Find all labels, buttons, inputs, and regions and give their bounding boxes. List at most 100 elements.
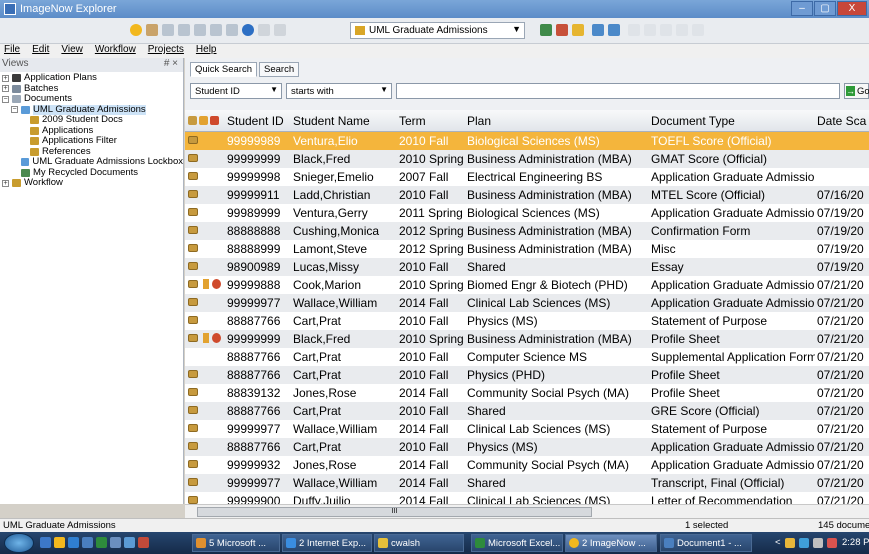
flag-column-icon[interactable] bbox=[199, 116, 208, 125]
nav-first-icon[interactable] bbox=[628, 24, 640, 36]
column-term[interactable]: Term bbox=[399, 114, 426, 128]
nav-last-icon[interactable] bbox=[676, 24, 688, 36]
nav-next-icon[interactable] bbox=[660, 24, 672, 36]
search-field-select[interactable]: Student ID ▼ bbox=[190, 83, 282, 99]
task-imagenow[interactable]: 2 ImageNow ... bbox=[565, 534, 657, 552]
search-input[interactable] bbox=[396, 83, 840, 99]
volume-icon[interactable] bbox=[826, 537, 837, 548]
tree-item-workflow[interactable]: + Workflow bbox=[0, 177, 183, 189]
scan-icon[interactable] bbox=[194, 24, 206, 36]
tree-item-2009-student-docs[interactable]: 2009 Student Docs bbox=[0, 114, 183, 126]
table-row[interactable]: 99999900 Duffy,Juilio 2014 Fall Clinical La… bbox=[185, 492, 869, 504]
desktop-icon[interactable] bbox=[40, 537, 51, 548]
table-row[interactable]: 99999999 Black,Fred 2010 Spring Business Ad… bbox=[185, 150, 869, 168]
outlook-icon[interactable] bbox=[110, 537, 121, 548]
image-icon[interactable] bbox=[178, 24, 190, 36]
expand-icon[interactable]: + bbox=[2, 74, 9, 82]
column-date-scanned[interactable]: Date Sca bbox=[817, 114, 866, 128]
search-operator-select[interactable]: starts with ▼ bbox=[286, 83, 392, 99]
column-student-id[interactable]: Student ID bbox=[227, 114, 284, 128]
table-row[interactable]: 88887766 Cart,Prat 2010 Fall Physics (PHD) P… bbox=[185, 366, 869, 384]
table-row[interactable]: 99999998 Snieger,Emelio 2007 Fall Electrica… bbox=[185, 168, 869, 186]
queue-select[interactable]: UML Graduate Admissions ▼ bbox=[350, 22, 525, 39]
tab-search[interactable]: Search bbox=[259, 62, 300, 77]
table-row[interactable]: 88887766 Cart,Prat 2010 Fall Physics (MS) St… bbox=[185, 312, 869, 330]
folder-icon[interactable] bbox=[572, 24, 584, 36]
menu-workflow[interactable]: Workflow bbox=[95, 44, 136, 58]
expand-icon[interactable]: + bbox=[2, 85, 9, 93]
media-icon[interactable] bbox=[138, 537, 149, 548]
start-button[interactable] bbox=[4, 533, 34, 553]
table-row[interactable]: 99999989 Ventura,Elio 2010 Fall Biological … bbox=[185, 132, 869, 150]
filter-icon[interactable] bbox=[556, 24, 568, 36]
table-row[interactable]: 88887766 Cart,Prat 2010 Fall Computer Scien… bbox=[185, 348, 869, 366]
table-row[interactable]: 99999932 Jones,Rose 2014 Fall Community Soc… bbox=[185, 456, 869, 474]
task-cwalsh[interactable]: cwalsh bbox=[374, 534, 464, 552]
info-icon[interactable] bbox=[242, 24, 254, 36]
task-microsoft[interactable]: 5 Microsoft ... bbox=[192, 534, 280, 552]
ie-icon[interactable] bbox=[68, 537, 79, 548]
table-row[interactable]: 88888888 Cushing,Monica 2012 Spring Busines… bbox=[185, 222, 869, 240]
table-row[interactable]: 88888999 Lamont,Steve 2012 Spring Business … bbox=[185, 240, 869, 258]
task-column-icon[interactable] bbox=[210, 116, 219, 125]
column-plan[interactable]: Plan bbox=[467, 114, 491, 128]
network-icon[interactable] bbox=[812, 537, 823, 548]
print-icon[interactable] bbox=[210, 24, 222, 36]
edit-icon[interactable] bbox=[162, 24, 174, 36]
task-internet-explorer[interactable]: 2 Internet Exp... bbox=[282, 534, 372, 552]
scroll-thumb[interactable]: III bbox=[197, 507, 592, 517]
nav-extra-icon[interactable] bbox=[692, 24, 704, 36]
menu-projects[interactable]: Projects bbox=[148, 44, 184, 58]
collapse-icon[interactable]: − bbox=[11, 106, 18, 114]
tree-item-uml-graduate-admissions-lockbox[interactable]: UML Graduate Admissions Lockbox bbox=[0, 156, 183, 168]
tree-item-application-plans[interactable]: + Application Plans bbox=[0, 72, 183, 84]
menu-edit[interactable]: Edit bbox=[32, 44, 49, 58]
maximize-button[interactable]: ▢ bbox=[814, 1, 836, 16]
refresh-icon[interactable] bbox=[226, 24, 238, 36]
doc-column-icon[interactable] bbox=[188, 116, 197, 125]
go-button[interactable]: → Go bbox=[844, 83, 869, 99]
table-row[interactable]: 88887766 Cart,Prat 2010 Fall Shared GRE Scor… bbox=[185, 402, 869, 420]
column-document-type[interactable]: Document Type bbox=[651, 114, 735, 128]
excel-icon[interactable] bbox=[96, 537, 107, 548]
menu-file[interactable]: File bbox=[4, 44, 20, 58]
tray-expand[interactable]: < bbox=[775, 537, 781, 548]
search-icon[interactable] bbox=[608, 24, 620, 36]
folder-icon[interactable] bbox=[54, 537, 65, 548]
tree-item-documents[interactable]: − Documents bbox=[0, 93, 183, 105]
nav-prev-icon[interactable] bbox=[644, 24, 656, 36]
table-row[interactable]: 99999977 Wallace,William 2014 Fall Shared Tr… bbox=[185, 474, 869, 492]
table-row[interactable]: 98900989 Lucas,Missy 2010 Fall Shared Essay 0… bbox=[185, 258, 869, 276]
task-excel[interactable]: Microsoft Excel... bbox=[471, 534, 563, 552]
table-row[interactable]: 88839132 Jones,Rose 2014 Fall Community Soc… bbox=[185, 384, 869, 402]
expand-icon[interactable]: + bbox=[2, 179, 9, 187]
table-row[interactable]: 88887766 Cart,Prat 2010 Fall Physics (MS) Ap… bbox=[185, 438, 869, 456]
new-document-icon[interactable] bbox=[130, 24, 142, 36]
table-row[interactable]: 99999999 Black,Fred 2010 Spring Business Ad… bbox=[185, 330, 869, 348]
tray-icon-1[interactable] bbox=[784, 537, 795, 548]
delete-icon[interactable] bbox=[274, 24, 286, 36]
route-icon[interactable] bbox=[540, 24, 552, 36]
table-row[interactable]: 99999888 Cook,Marion 2010 Spring Biomed Eng… bbox=[185, 276, 869, 294]
properties-icon[interactable] bbox=[258, 24, 270, 36]
pin-close-icon[interactable]: # × bbox=[164, 58, 178, 72]
tree-item-applications-filter[interactable]: Applications Filter bbox=[0, 135, 183, 147]
tab-quick-search[interactable]: Quick Search bbox=[190, 62, 258, 77]
app-icon[interactable] bbox=[124, 537, 135, 548]
word-icon[interactable] bbox=[82, 537, 93, 548]
table-row[interactable]: 99999977 Wallace,William 2014 Fall Clinical… bbox=[185, 420, 869, 438]
refresh-queue-icon[interactable] bbox=[592, 24, 604, 36]
minimize-button[interactable]: – bbox=[791, 1, 813, 16]
horizontal-scrollbar[interactable]: III bbox=[185, 504, 869, 518]
close-button[interactable]: X bbox=[837, 1, 867, 16]
column-student-name[interactable]: Student Name bbox=[293, 114, 370, 128]
menu-help[interactable]: Help bbox=[196, 44, 217, 58]
collapse-icon[interactable]: − bbox=[2, 95, 9, 103]
table-row[interactable]: 99999977 Wallace,William 2014 Fall Clinical… bbox=[185, 294, 869, 312]
table-row[interactable]: 99989999 Ventura,Gerry 2011 Spring Biologic… bbox=[185, 204, 869, 222]
menu-view[interactable]: View bbox=[61, 44, 83, 58]
tray-icon-2[interactable] bbox=[798, 537, 809, 548]
table-row[interactable]: 99999911 Ladd,Christian 2010 Fall Business … bbox=[185, 186, 869, 204]
task-document1[interactable]: Document1 - ... bbox=[660, 534, 752, 552]
open-icon[interactable] bbox=[146, 24, 158, 36]
